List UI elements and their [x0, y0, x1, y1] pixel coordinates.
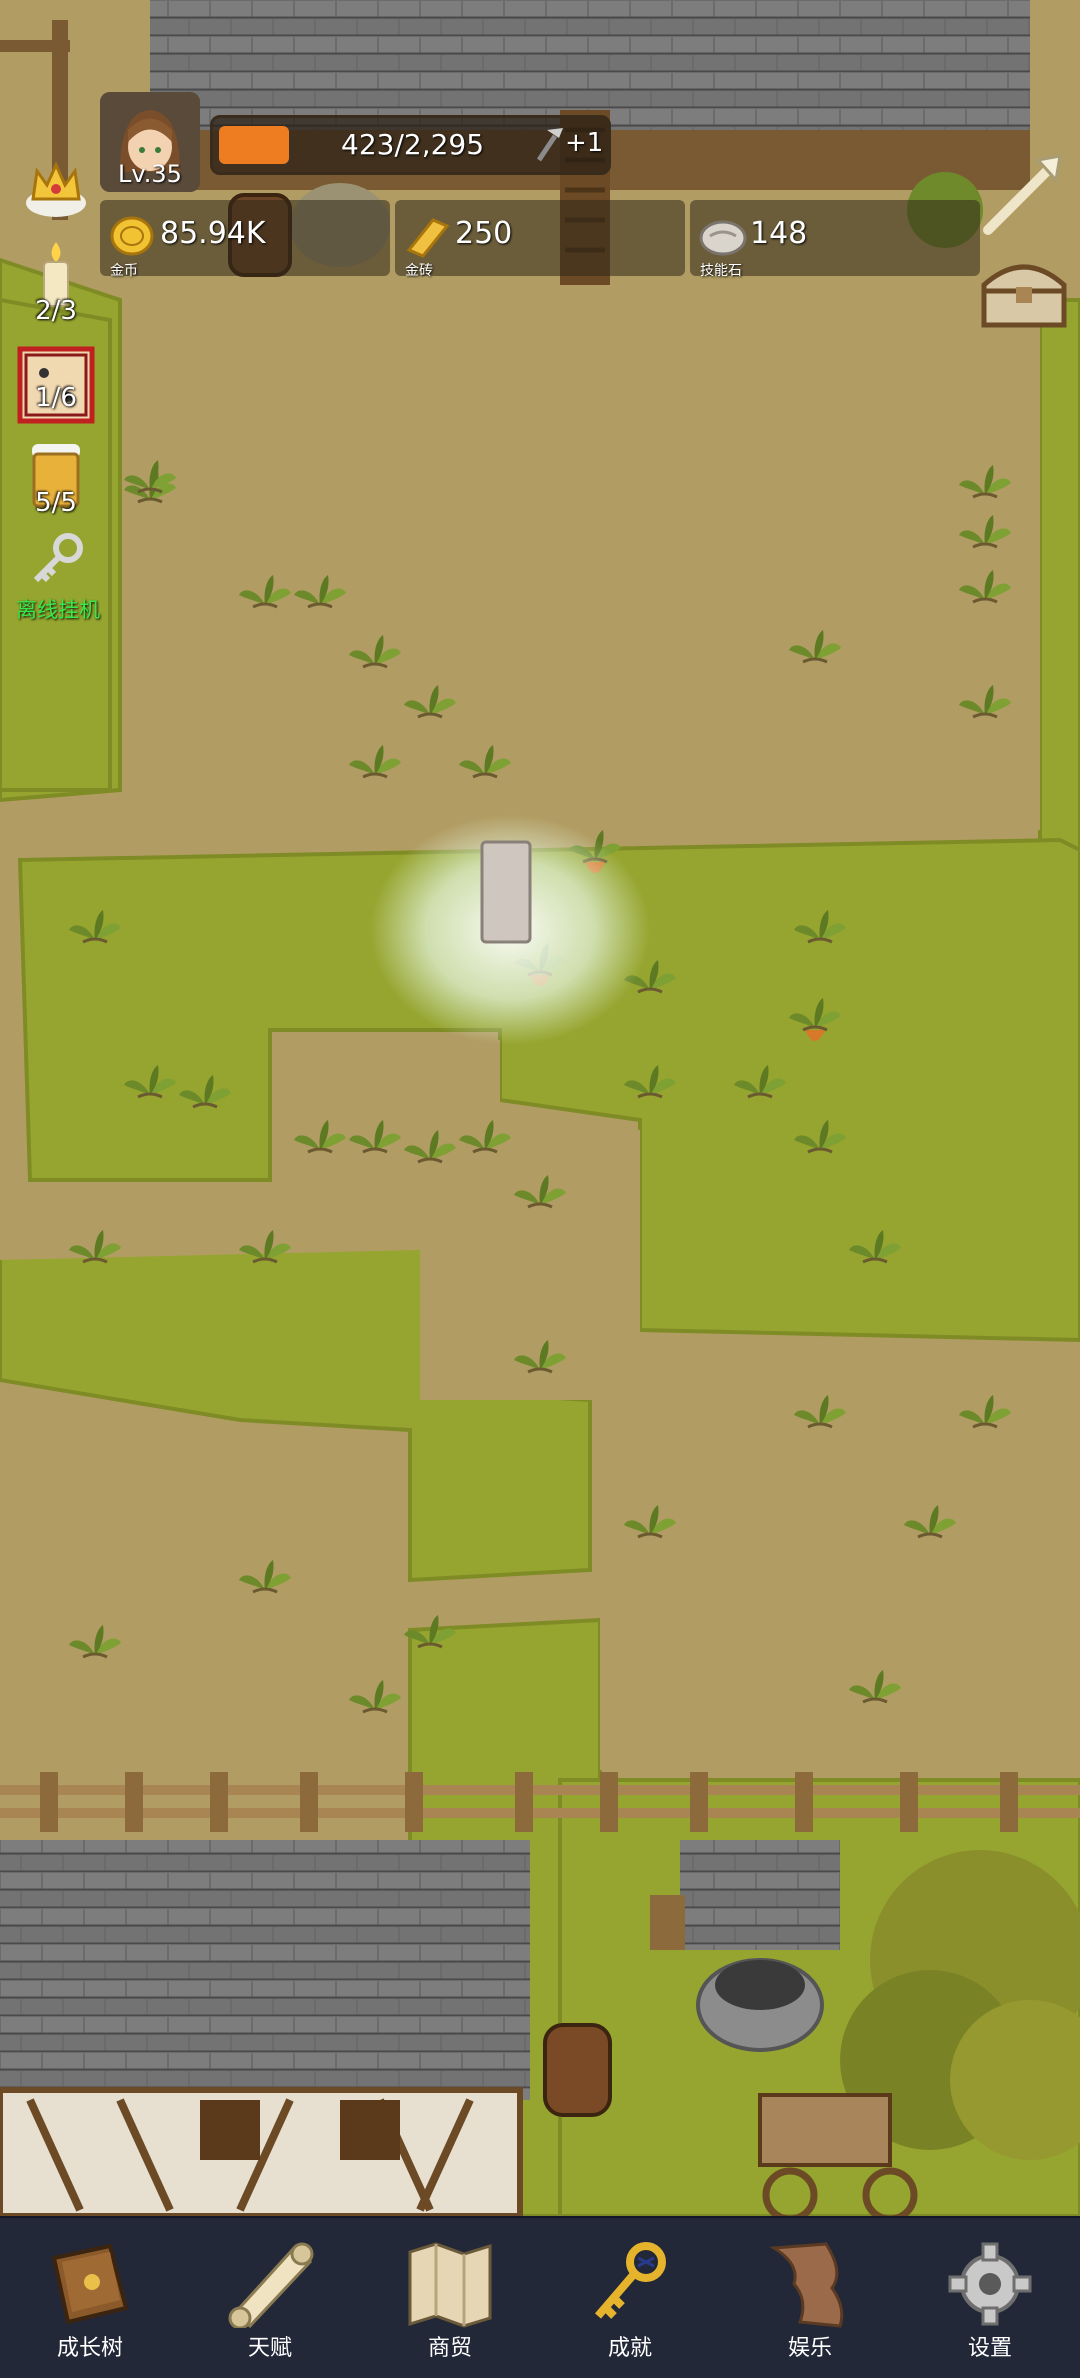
gold-coin-value: 85.94K — [160, 216, 266, 251]
candle-item[interactable]: 2/3 — [14, 240, 98, 330]
nav-talent[interactable]: 天赋 — [180, 2218, 360, 2378]
nav-trade[interactable]: 商贸 — [360, 2218, 540, 2378]
golden-key-icon — [594, 2242, 666, 2319]
skill-stone-counter[interactable]: 148 技能石 — [690, 200, 980, 279]
bone-tool-icon[interactable] — [978, 150, 1068, 240]
candle-count: 2/3 — [35, 296, 77, 326]
nav-growth-tree[interactable]: 成长树 — [0, 2218, 180, 2378]
nav-growth-tree-label: 成长树 — [56, 2336, 123, 2361]
xp-bar-fill — [219, 126, 289, 164]
gold-coin-icon — [110, 216, 154, 256]
gold-bar-value: 250 — [455, 216, 513, 251]
nav-entertainment-label: 娱乐 — [787, 2336, 832, 2361]
farm-scene — [0, 0, 1080, 2216]
gold-bar-icon — [406, 218, 450, 258]
skill-stone-icon — [699, 220, 747, 256]
dice-item[interactable]: 1/6 — [14, 345, 98, 435]
gold-bar-label: 金砖 — [405, 263, 433, 279]
xp-bonus: +1 — [565, 128, 604, 158]
map-icon — [408, 2242, 492, 2328]
book-icon — [51, 2243, 129, 2325]
nav-entertainment[interactable]: 娱乐 — [720, 2218, 900, 2378]
nav-achievement-label: 成就 — [607, 2336, 652, 2361]
xp-text: 423/2,295 — [341, 128, 485, 161]
offline-idle-label: 离线挂机 — [16, 598, 100, 622]
beer-count: 5/5 — [35, 488, 77, 518]
key-icon — [33, 533, 83, 583]
bottom-nav: 成长树 天赋 商贸 成就 娱乐 设置 — [0, 2216, 1080, 2378]
player-level: Lv.35 — [118, 160, 182, 188]
crown-button[interactable] — [14, 155, 98, 225]
offline-idle-button[interactable]: 离线挂机 — [8, 530, 108, 625]
gold-coin-counter[interactable]: 85.94K 金币 — [100, 200, 390, 279]
beer-item[interactable]: 5/5 — [14, 440, 98, 530]
pickaxe-icon — [536, 128, 563, 162]
xp-bar: 423/2,295 +1 — [210, 115, 611, 175]
skill-stone-value: 148 — [750, 216, 808, 251]
nav-talent-label: 天赋 — [247, 2336, 292, 2361]
treasure-chest-icon[interactable] — [978, 245, 1070, 335]
gear-icon — [948, 2242, 1032, 2326]
parchment-icon — [769, 2242, 844, 2328]
scroll-icon — [228, 2242, 314, 2328]
crown-icon — [26, 161, 86, 217]
dice-count: 1/6 — [35, 383, 77, 413]
nav-trade-label: 商贸 — [427, 2336, 472, 2361]
nav-achievement[interactable]: 成就 — [540, 2218, 720, 2378]
skill-stone-label: 技能石 — [700, 263, 742, 279]
gold-bar-counter[interactable]: 250 金砖 — [395, 200, 685, 279]
gold-coin-label: 金币 — [110, 263, 138, 279]
nav-settings-label: 设置 — [967, 2336, 1012, 2361]
nav-settings[interactable]: 设置 — [900, 2218, 1080, 2378]
